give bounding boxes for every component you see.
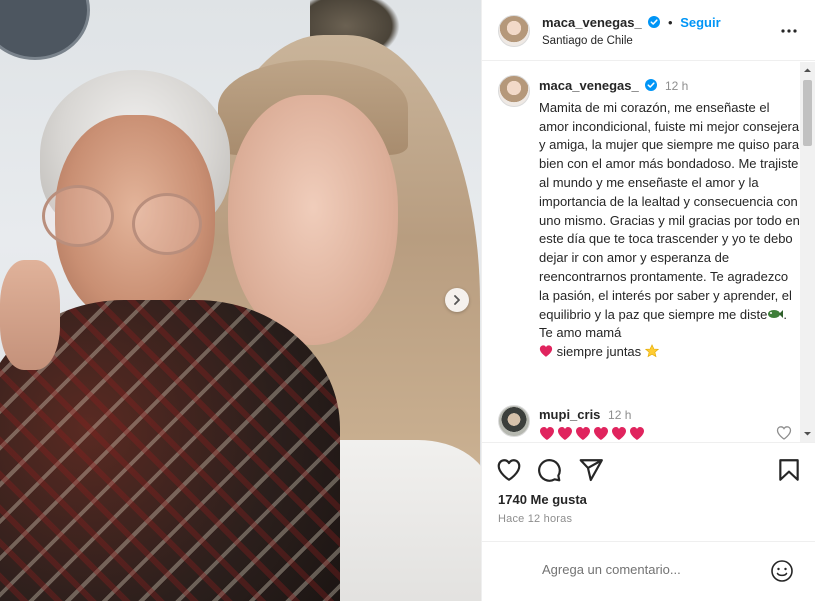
avatar[interactable] (498, 15, 530, 47)
post-actions: 1740 Me gusta Hace 12 horas (482, 442, 815, 552)
follow-button[interactable]: Seguir (680, 15, 720, 30)
arm (0, 260, 60, 370)
glasses-left-lens (42, 185, 114, 247)
post-photo[interactable] (0, 0, 481, 601)
glasses-right-lens (132, 193, 202, 255)
post-timestamp[interactable]: Hace 12 horas (498, 513, 572, 525)
location-link[interactable]: Santiago de Chile (542, 35, 633, 47)
save-icon[interactable] (776, 457, 802, 483)
red-heart-emoji-icon (539, 345, 553, 357)
red-heart-emoji-icon (612, 427, 626, 440)
add-comment-bar (482, 541, 815, 601)
caption-time[interactable]: 12 h (665, 79, 688, 93)
comment-input[interactable] (542, 562, 752, 577)
scroll-thumb[interactable] (803, 80, 812, 146)
separator-dot: • (668, 15, 673, 30)
more-options-icon[interactable] (780, 22, 798, 40)
username-link[interactable]: maca_venegas_ (542, 15, 642, 30)
red-heart-emoji-icon (630, 427, 644, 440)
comment-icon[interactable] (536, 457, 562, 483)
caption-header: maca_venegas_ 12 h (539, 77, 801, 96)
red-heart-emoji-icon (594, 427, 608, 440)
red-heart-emoji-icon (576, 427, 590, 440)
caption-avatar[interactable] (498, 75, 530, 107)
caption-text-end: siempre juntas (556, 344, 642, 360)
caption: maca_venegas_ 12 h Mamita de mi corazón,… (539, 77, 801, 362)
header-user-line: maca_venegas_ • Seguir (542, 15, 721, 30)
comments-scrollbar[interactable] (800, 62, 815, 442)
caption-text-main: Mamita de mi corazón, me enseñaste el am… (539, 99, 800, 322)
red-heart-emoji-icon (558, 427, 572, 440)
star-emoji-icon (644, 344, 659, 358)
comment-like-icon[interactable] (776, 425, 792, 441)
like-icon[interactable] (496, 457, 522, 483)
likes-count[interactable]: 1740 Me gusta (498, 492, 587, 507)
verified-icon (648, 16, 661, 28)
next-photo-icon (454, 295, 460, 305)
next-photo-button[interactable] (445, 288, 469, 312)
post-header: maca_venegas_ • Seguir Santiago de Chile (482, 0, 815, 61)
scroll-up-icon[interactable] (803, 66, 812, 75)
verified-icon (645, 79, 658, 91)
caption-text: Mamita de mi corazón, me enseñaste el am… (539, 99, 801, 362)
fish-emoji-icon (768, 309, 784, 318)
comment-username[interactable]: mupi_cris (539, 407, 600, 422)
comments-list[interactable]: maca_venegas_ 12 h Mamita de mi corazón,… (482, 62, 802, 442)
younger-woman-face (228, 95, 398, 345)
red-heart-emoji-icon (540, 427, 554, 440)
post-side-panel: maca_venegas_ • Seguir Santiago de Chile… (481, 0, 815, 601)
comment-item: mupi_cris 12 h (539, 407, 645, 441)
comment-time[interactable]: 12 h (608, 408, 631, 422)
share-icon[interactable] (578, 457, 604, 483)
scroll-down-icon[interactable] (803, 429, 812, 438)
caption-username[interactable]: maca_venegas_ (539, 78, 639, 93)
emoji-icon[interactable] (770, 559, 794, 583)
comment-avatar[interactable] (498, 405, 530, 437)
comment-hearts (539, 426, 645, 441)
wall-decoration (0, 0, 90, 60)
